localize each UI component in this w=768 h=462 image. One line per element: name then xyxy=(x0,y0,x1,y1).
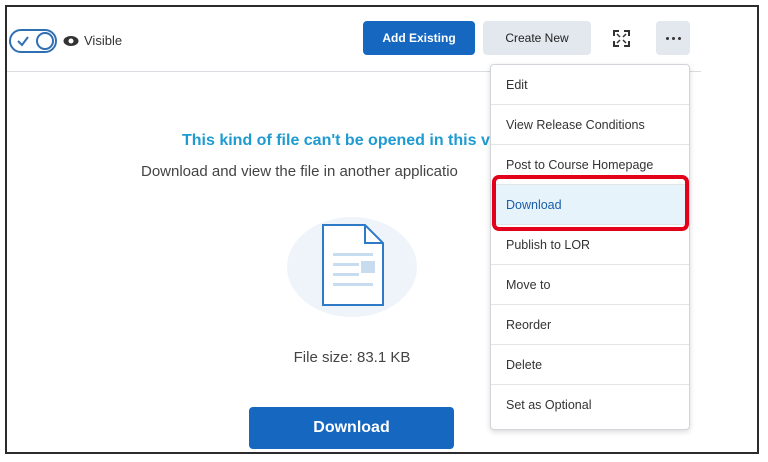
add-existing-button[interactable]: Add Existing xyxy=(363,21,475,55)
toolbar: Visible Add Existing Create New xyxy=(7,7,701,72)
eye-icon xyxy=(63,36,79,46)
menu-item-post-to-course-homepage[interactable]: Post to Course Homepage xyxy=(491,145,689,185)
more-options-menu: Edit View Release Conditions Post to Cou… xyxy=(490,64,690,430)
more-icon xyxy=(665,36,669,40)
create-new-button[interactable]: Create New xyxy=(483,21,591,55)
more-icon xyxy=(677,36,681,40)
menu-item-view-release-conditions[interactable]: View Release Conditions xyxy=(491,105,689,145)
visibility-toggle[interactable] xyxy=(9,29,57,53)
expand-icon[interactable] xyxy=(613,30,630,47)
file-icon xyxy=(322,224,384,306)
file-size: File size: 83.1 KB xyxy=(293,349,411,366)
visibility-label: Visible xyxy=(84,33,123,48)
menu-item-publish-to-lor[interactable]: Publish to LOR xyxy=(491,225,689,265)
more-icon xyxy=(671,36,675,40)
file-preview xyxy=(287,217,417,317)
more-options-button[interactable] xyxy=(656,21,690,55)
unsupported-file-title: This kind of file can't be opened in thi… xyxy=(182,132,500,149)
menu-item-reorder[interactable]: Reorder xyxy=(491,305,689,345)
menu-item-set-as-optional[interactable]: Set as Optional xyxy=(491,385,689,425)
menu-item-download[interactable]: Download xyxy=(491,185,689,225)
unsupported-file-subtitle: Download and view the file in another ap… xyxy=(141,163,458,180)
menu-item-edit[interactable]: Edit xyxy=(491,65,689,105)
screenshot-frame: Visible Add Existing Create New This kin… xyxy=(5,5,759,454)
check-icon xyxy=(17,36,29,47)
download-button[interactable]: Download xyxy=(249,407,454,449)
toggle-knob xyxy=(36,32,54,50)
menu-item-move-to[interactable]: Move to xyxy=(491,265,689,305)
menu-item-delete[interactable]: Delete xyxy=(491,345,689,385)
